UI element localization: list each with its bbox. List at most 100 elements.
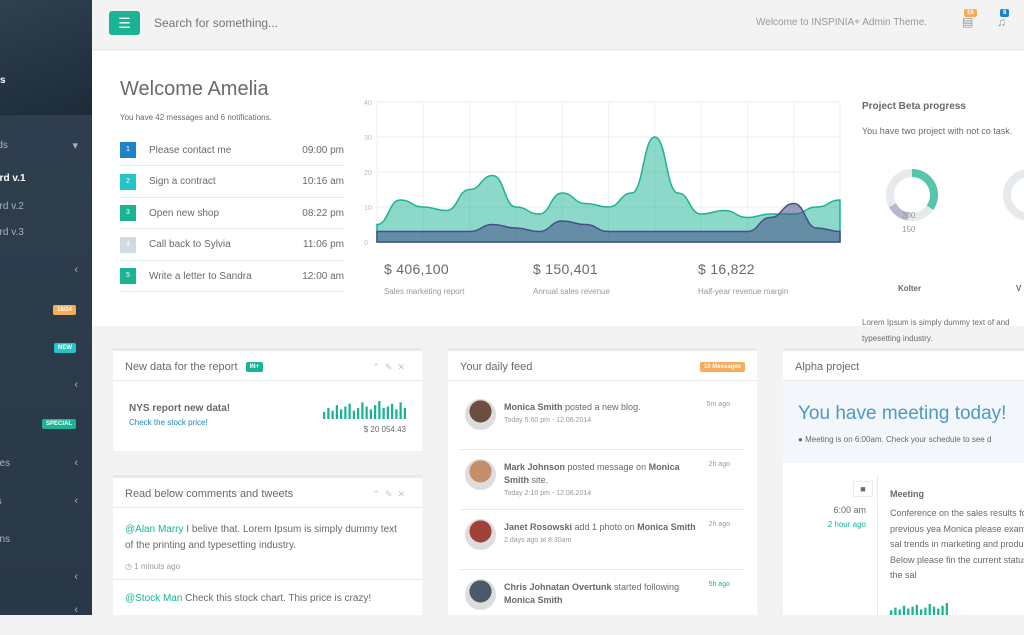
sparkline-bar (907, 608, 910, 615)
sidebar-caret-icon: ‹ (74, 457, 78, 469)
avatar[interactable] (465, 579, 496, 610)
feed-user[interactable]: Janet Rosowski (504, 522, 572, 532)
sparkline-bar (327, 407, 330, 419)
sidebar-profile-text: s (0, 75, 6, 86)
feed-action: posted a new blog. (562, 402, 641, 412)
sidebar-caret-icon: ‹ (74, 264, 78, 276)
sparkline-bar (361, 402, 364, 419)
sparkline-bar (915, 604, 918, 615)
kolter-value-1: 300 (902, 211, 916, 220)
feed-text: Chris Johnatan Overtunk started followin… (504, 581, 704, 607)
feed-target[interactable]: Monica Smith (504, 595, 563, 605)
todo-item[interactable]: 5 Write a letter to Sandra 12:00 am (120, 261, 344, 292)
sparkline-bar (365, 406, 368, 419)
sidebar-item[interactable]: ‹ (0, 600, 92, 620)
feed-ago: 5m ago (706, 401, 730, 408)
comment-2-user[interactable]: @Stock Man (125, 593, 182, 604)
sidebar-item[interactable]: ard v.1 (0, 168, 92, 188)
todo-item[interactable]: 3 Open new shop 08:22 pm (120, 198, 344, 229)
sidebar-item[interactable]: rds ▾ (0, 135, 92, 155)
chart-y-tick: 0 (364, 240, 368, 247)
feed-user[interactable]: Chris Johnatan Overtunk (504, 582, 612, 592)
sparkline-bar (344, 406, 347, 419)
sidebar-caret-icon: ‹ (74, 604, 78, 616)
report-item-title: NYS report new data! (129, 403, 231, 414)
sidebar-item[interactable]: ts ‹ (0, 491, 92, 511)
sidebar-item[interactable]: sSPECIAL (0, 414, 92, 434)
todo-time: 08:22 pm (302, 207, 344, 219)
todo-time: 10:16 am (302, 176, 344, 187)
report-box-header: New data for the report IN+ ⌃✎✕ (113, 351, 422, 381)
todo-item[interactable]: 1 Please contact me 09:00 pm (120, 135, 344, 166)
menu-toggle-button[interactable]: ☰ (109, 11, 140, 35)
feed-date: Today 2:10 pm - 12.06.2014 (504, 490, 592, 497)
comments-box-header: Read below comments and tweets ⌃✎✕ (113, 478, 422, 508)
clock-icon: ◷ (125, 562, 132, 571)
report-box-title: New data for the report (125, 361, 238, 373)
sparkline-bar (382, 407, 385, 419)
comment-1-user[interactable]: @Alan Marry (125, 524, 184, 535)
alpha-box-title: Alpha project (795, 361, 860, 373)
feed-item: Monica Smith posted a new blog. Today 5:6… (460, 399, 744, 455)
comment-1: @Alan Marry I belive that. Lorem Ipsum i… (125, 522, 405, 554)
avatar[interactable] (465, 519, 496, 550)
feed-action: add 1 photo on (572, 522, 638, 532)
feed-item: Chris Johnatan Overtunk started followin… (460, 579, 744, 635)
welcome-message: Welcome to INSPINIA+ Admin Theme. (756, 17, 928, 28)
box-tools[interactable]: ⌃✎✕ (372, 362, 410, 373)
feed-item: Mark Johnson posted message on Monica Sm… (460, 459, 744, 515)
todo-number: 2 (120, 173, 136, 190)
feed-user[interactable]: Mark Johnson (504, 462, 565, 472)
sidebar-caret-icon: ‹ (74, 495, 78, 507)
sidebar-item[interactable]: ‹ (0, 567, 92, 587)
todo-item[interactable]: 2 Sign a contract 10:16 am (120, 167, 344, 198)
report-item-link[interactable]: Check the stock price! (129, 418, 208, 427)
search-input[interactable] (154, 14, 454, 32)
box-tools[interactable]: ⌃✎✕ (372, 489, 410, 500)
sidebar-item-label: ard v.1 (0, 172, 26, 184)
sidebar-item[interactable]: ‹ (0, 260, 92, 280)
sidebar-item[interactable]: NEW (0, 338, 92, 358)
feed-ago: 2h ago (708, 521, 730, 528)
sparkline-bar (335, 405, 338, 419)
sparkline-bar (348, 403, 351, 419)
meeting-title: You have meeting today! (798, 403, 1007, 424)
sparkline-bar (374, 405, 377, 419)
kolter-value-2: 150 (902, 225, 916, 234)
sparkline-bar (924, 607, 927, 615)
feed-ago: 5h ago (708, 581, 730, 588)
sidebar-caret-icon: ‹ (74, 379, 78, 391)
mail-icon[interactable]: ▤ (962, 15, 976, 29)
project-beta-lorem: Lorem Ipsum is simply dummy text of and … (862, 318, 1010, 343)
stat-annual-label: Annual sales revenue (533, 287, 610, 296)
avatar[interactable] (465, 459, 496, 490)
todo-time: 11:06 pm (303, 239, 344, 250)
feed-target[interactable]: Monica Smith (637, 522, 696, 532)
sidebar-item[interactable]: ‹ (0, 375, 92, 395)
sidebar-item[interactable]: ons (0, 529, 92, 549)
todo-item[interactable]: 4 Call back to Sylvia 11:06 pm (120, 230, 344, 261)
sidebar-item[interactable]: ard v.3 (0, 222, 92, 242)
feed-user[interactable]: Monica Smith (504, 402, 563, 412)
report-sparkline (323, 401, 406, 419)
sidebar: s rds ▾ ard v.1 ard v.2 ard v.3 ‹ 16/24 NEW ‹ sSP… (0, 0, 92, 616)
chart-y-tick: 40 (364, 100, 372, 107)
avatar[interactable] (465, 399, 496, 430)
sparkline-bar (352, 410, 355, 419)
sidebar-item[interactable]: 16/24 (0, 300, 92, 320)
todo-number: 4 (120, 236, 136, 253)
comments-box-title: Read below comments and tweets (125, 488, 294, 500)
daily-feed-box: Your daily feed 10 Messages Monica Smith… (448, 348, 757, 615)
sparkline-bar (945, 603, 948, 615)
sidebar-item[interactable]: ges ‹ (0, 453, 92, 473)
kolter-label: Kolter (898, 284, 922, 293)
sidebar-item[interactable]: ard v.2 (0, 196, 92, 216)
todo-text: Sign a contract (149, 176, 216, 187)
sidebar-item-label: ges (0, 457, 11, 469)
todo-time: 12:00 am (302, 270, 344, 282)
todo-text: Call back to Sylvia (149, 239, 231, 250)
chart-y-tick: 30 (364, 135, 372, 142)
project-beta-title: Project Beta progress (862, 101, 966, 112)
bell-icon[interactable]: ♫ (997, 15, 1011, 29)
sidebar-profile (0, 0, 92, 115)
